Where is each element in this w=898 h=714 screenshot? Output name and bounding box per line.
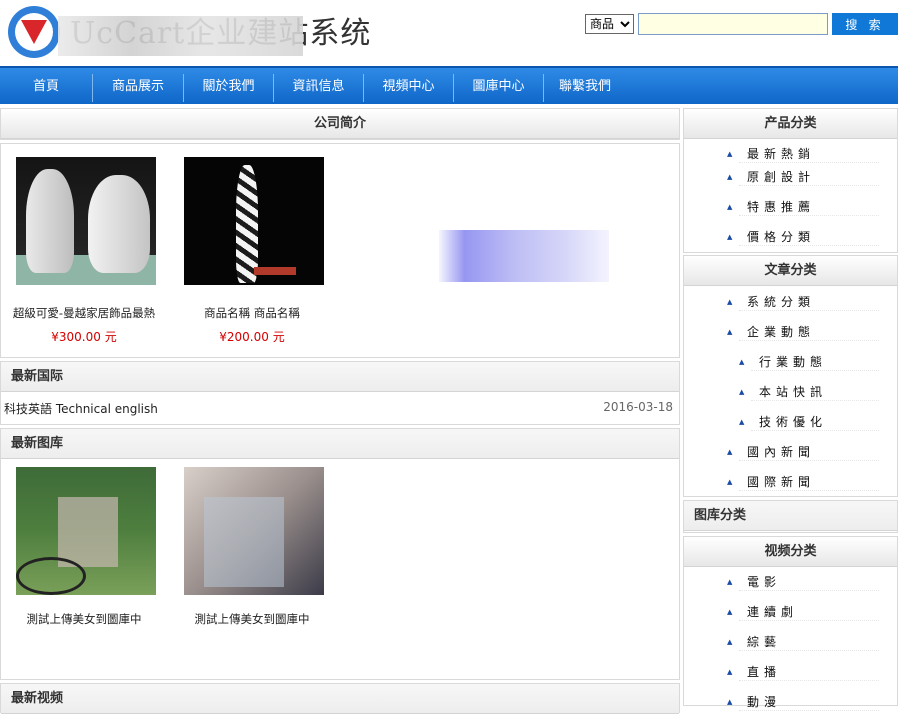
product-image[interactable] bbox=[184, 157, 324, 285]
product-categories-panel: 产品分类 ▲ 最新熱銷 ▲ 原創設計 ▲ 特惠推薦 ▲ 價格分類 bbox=[683, 108, 898, 253]
latest-international-section: 最新国际 科技英語 Technical english 2016-03-18 bbox=[0, 361, 680, 425]
category-item[interactable]: ▲ 最新熱銷 bbox=[727, 143, 879, 163]
search-category-select[interactable]: 商品 bbox=[585, 14, 634, 34]
category-item[interactable]: ▲ 國內新聞 bbox=[727, 441, 879, 461]
search-button[interactable]: 搜 索 bbox=[832, 13, 898, 35]
product-name[interactable]: 商品名稱 商品名稱 bbox=[177, 305, 327, 321]
latest-gallery-section: 最新图库 測試上傳美女到圖庫中 測試上傳美女到圖庫中 bbox=[0, 428, 680, 680]
gallery-item[interactable]: 測試上傳美女到圖庫中 bbox=[9, 467, 159, 627]
latest-gallery-title: 最新图库 bbox=[1, 429, 679, 459]
nav-home[interactable]: 首頁 bbox=[0, 68, 92, 104]
latest-video-section: 最新视频 bbox=[0, 683, 680, 714]
header: UcCart企业建站系统 商品 搜 索 bbox=[0, 0, 898, 66]
gallery-item[interactable]: 測試上傳美女到圖庫中 bbox=[177, 467, 327, 627]
category-item[interactable]: ▲ 技術優化 bbox=[739, 411, 879, 431]
video-categories-title: 视频分类 bbox=[684, 537, 897, 567]
product-list: 超級可愛-曼越家居飾品最熱 ¥300.00 元 商品名稱 商品名稱 ¥200.0… bbox=[0, 143, 680, 358]
blurred-graphic bbox=[439, 230, 609, 282]
category-item[interactable]: ▲ 企業動態 bbox=[727, 321, 879, 341]
gallery-categories-title: 图库分类 bbox=[684, 501, 897, 531]
news-item-title[interactable]: 科技英語 Technical english bbox=[4, 400, 158, 417]
gallery-caption[interactable]: 測試上傳美女到圖庫中 bbox=[9, 611, 159, 627]
gallery-image[interactable] bbox=[184, 467, 324, 595]
logo-blur bbox=[58, 16, 303, 56]
latest-video-title: 最新视频 bbox=[1, 684, 679, 714]
latest-international-title: 最新国际 bbox=[1, 362, 679, 392]
product-card[interactable]: 超級可愛-曼越家居飾品最熱 ¥300.00 元 bbox=[9, 157, 159, 345]
category-item[interactable]: ▲ 本站快訊 bbox=[739, 381, 879, 401]
nav-video[interactable]: 視頻中心 bbox=[364, 68, 453, 104]
product-card[interactable]: 商品名稱 商品名稱 ¥200.00 元 bbox=[177, 157, 327, 345]
nav-contact[interactable]: 聯繫我們 bbox=[544, 68, 626, 104]
category-item[interactable]: ▲ 價格分類 bbox=[727, 226, 879, 246]
news-item-date: 2016-03-18 bbox=[603, 400, 673, 414]
category-item[interactable]: ▲ 直播 bbox=[727, 661, 879, 681]
product-name[interactable]: 超級可愛-曼越家居飾品最熱 bbox=[9, 305, 159, 321]
category-item[interactable]: ▲ 特惠推薦 bbox=[727, 196, 879, 216]
category-item[interactable]: ▲ 系統分類 bbox=[727, 291, 879, 311]
gallery-categories-panel: 图库分类 bbox=[683, 500, 898, 533]
category-item[interactable]: ▲ 電影 bbox=[727, 571, 879, 591]
category-item[interactable]: ▲ 綜藝 bbox=[727, 631, 879, 651]
company-intro-title: 公司简介 bbox=[1, 109, 679, 139]
product-image[interactable] bbox=[16, 157, 156, 285]
gallery-caption[interactable]: 測試上傳美女到圖庫中 bbox=[177, 611, 327, 627]
gallery-image[interactable] bbox=[16, 467, 156, 595]
category-item[interactable]: ▲ 連續劇 bbox=[727, 601, 879, 621]
main-nav: 首頁 商品展示 關於我們 資訊信息 視頻中心 圖庫中心 聯繫我們 bbox=[0, 66, 898, 104]
category-item[interactable]: ▲ 原創設計 bbox=[727, 166, 879, 186]
nav-products[interactable]: 商品展示 bbox=[93, 68, 183, 104]
company-intro-header: 公司简介 bbox=[0, 108, 680, 140]
article-categories-panel: 文章分类 ▲ 系統分類 ▲ 企業動態 ▲ 行業動態 ▲ 本站快訊 ▲ 技術優化 ▲ 國內新聞… bbox=[683, 255, 898, 497]
search-input[interactable] bbox=[638, 13, 828, 35]
category-item[interactable]: ▲ 國際新聞 bbox=[727, 471, 879, 491]
nav-gallery[interactable]: 圖庫中心 bbox=[454, 68, 543, 104]
nav-news[interactable]: 資訊信息 bbox=[274, 68, 363, 104]
product-price: ¥200.00 元 bbox=[219, 330, 285, 344]
product-categories-title: 产品分类 bbox=[684, 109, 897, 139]
nav-about[interactable]: 關於我們 bbox=[184, 68, 273, 104]
category-item[interactable]: ▲ 動漫 bbox=[727, 691, 879, 711]
video-categories-panel: 视频分类 ▲ 電影 ▲ 連續劇 ▲ 綜藝 ▲ 直播 ▲ 動漫 bbox=[683, 536, 898, 711]
product-price: ¥300.00 元 bbox=[51, 330, 117, 344]
category-item[interactable]: ▲ 行業動態 bbox=[739, 351, 879, 371]
article-categories-title: 文章分类 bbox=[684, 256, 897, 286]
logo[interactable] bbox=[8, 6, 60, 58]
